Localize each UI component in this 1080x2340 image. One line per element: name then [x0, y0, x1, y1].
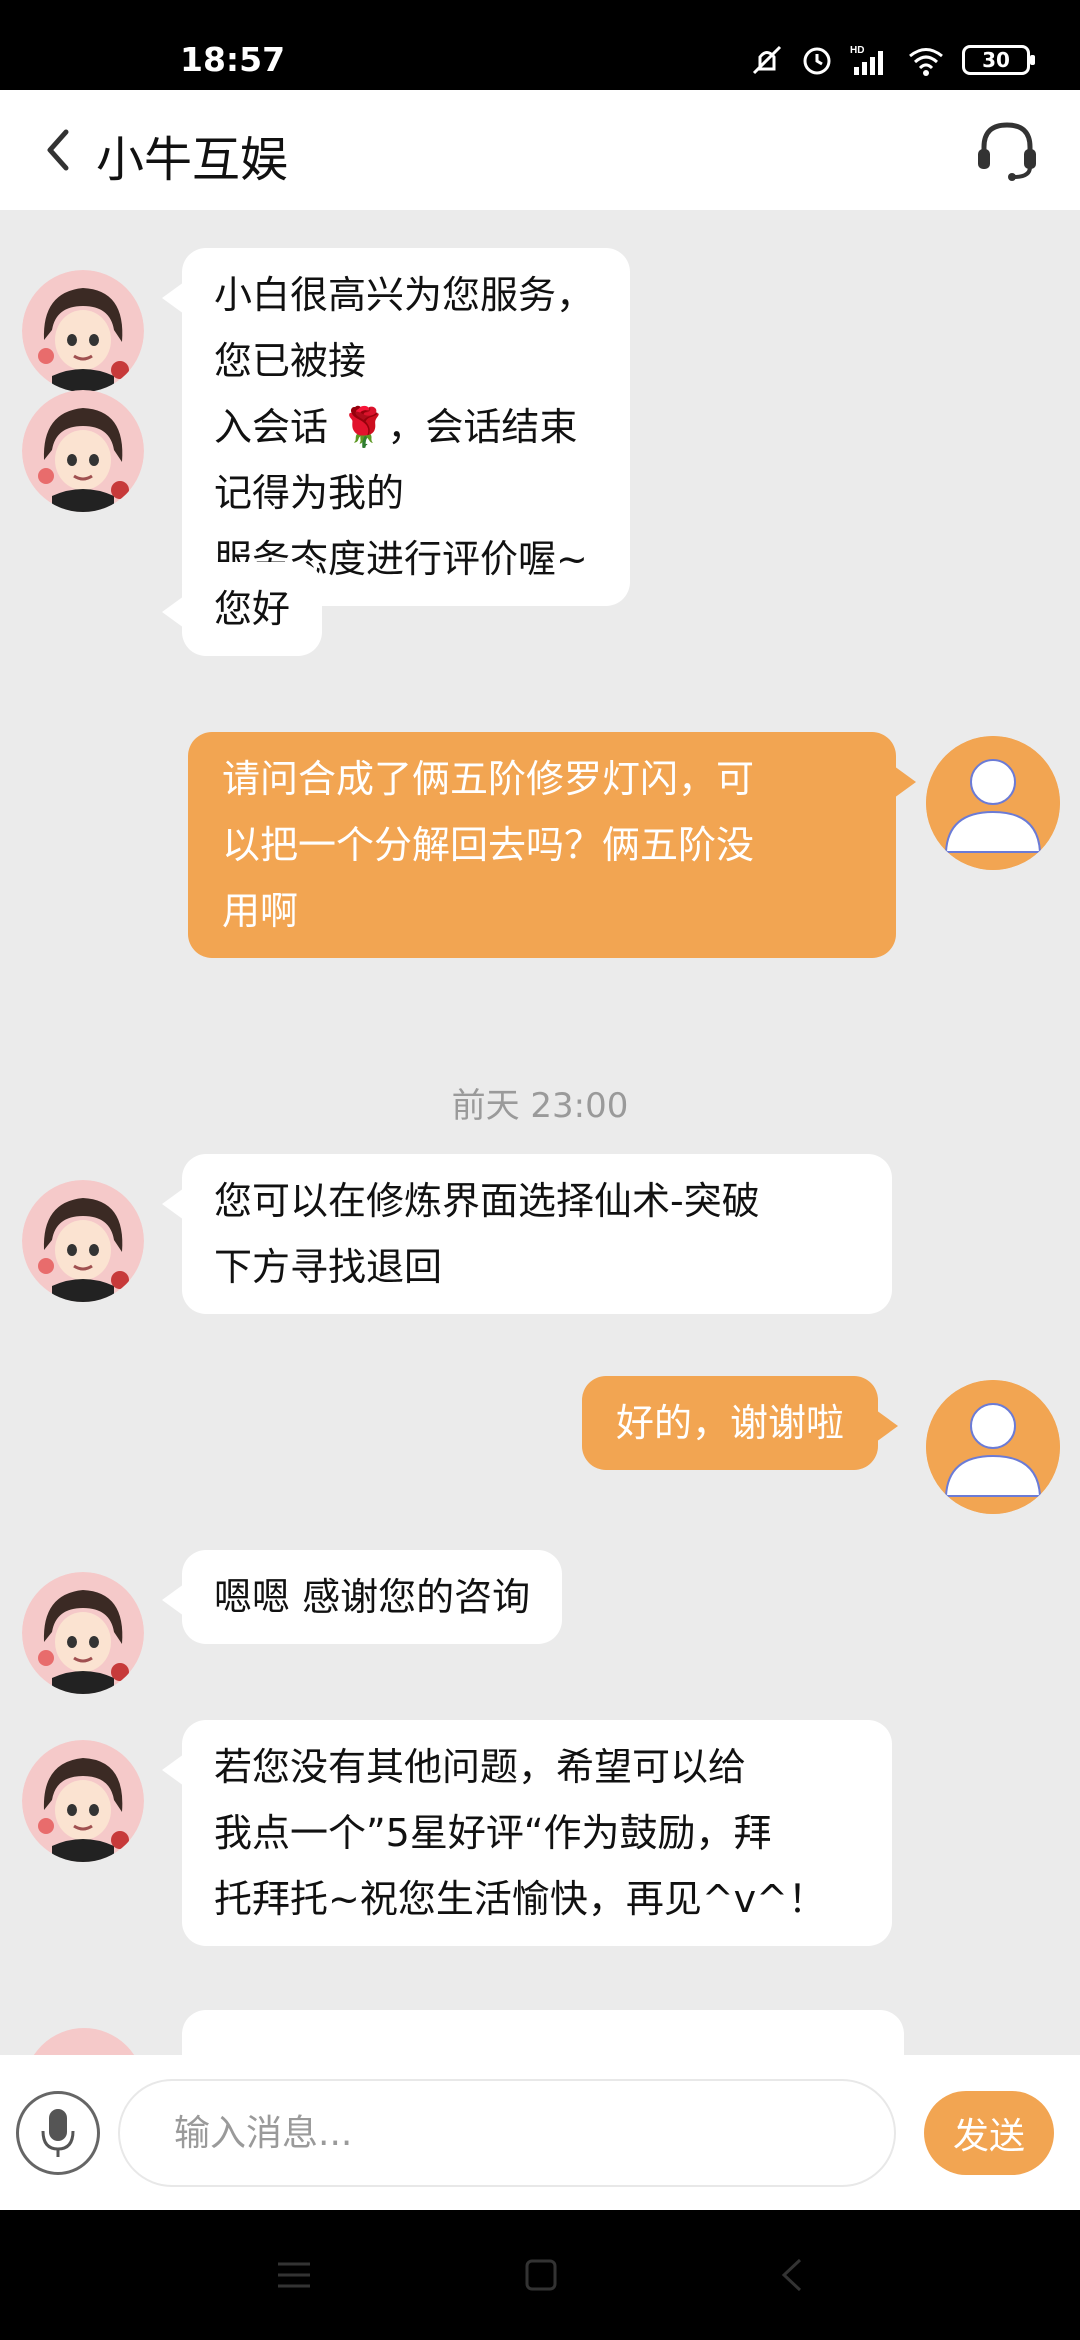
- page-title: 小牛互娱: [96, 132, 289, 188]
- agent-avatar[interactable]: [22, 1180, 144, 1302]
- signal-icon: HD: [850, 45, 883, 75]
- agent-avatar[interactable]: [22, 390, 144, 512]
- system-nav-bar: [0, 2210, 1080, 2340]
- message-bubble[interactable]: 您好: [161, 562, 323, 656]
- message-input[interactable]: [118, 2079, 896, 2187]
- user-avatar[interactable]: [926, 736, 1060, 870]
- message-line: 用啊: [222, 889, 299, 933]
- user-avatar[interactable]: [926, 1380, 1060, 1514]
- headset-icon[interactable]: [972, 115, 1042, 185]
- timestamp: 前天 23:00: [451, 1086, 629, 1126]
- microphone-icon: [41, 2109, 75, 2157]
- agent-avatar-partial: [24, 2028, 144, 2055]
- voice-button[interactable]: [16, 2091, 100, 2175]
- message-line: 嗯嗯 感谢您的咨询: [214, 1575, 531, 1619]
- message-line: 托拜托~祝您生活愉快，再见^v^！: [214, 1877, 827, 1921]
- wifi-icon: [909, 48, 943, 76]
- chat-header: 小牛互娱: [0, 90, 1080, 210]
- agent-avatar[interactable]: [22, 1572, 144, 1694]
- home-icon[interactable]: [524, 2258, 558, 2292]
- battery-icon: 30: [962, 45, 1035, 75]
- message-bubble[interactable]: 您可以在修炼界面选择仙术-突破 下方寻找退回: [162, 1154, 892, 1314]
- status-time: 18:57: [180, 40, 286, 79]
- status-bar: 18:57 HD 30: [0, 0, 1080, 90]
- message-bubble[interactable]: 嗯嗯 感谢您的咨询: [161, 1550, 563, 1644]
- send-button[interactable]: 发送: [924, 2091, 1054, 2175]
- message-bubble[interactable]: 若您没有其他问题，希望可以给 我点一个”5星好评“作为鼓励，拜 托拜托~祝您生活…: [162, 1720, 892, 1946]
- menu-icon[interactable]: [276, 2260, 312, 2290]
- message-line: 好的，谢谢啦: [616, 1401, 845, 1445]
- message-line: 请问合成了俩五阶修罗灯闪，可: [222, 757, 755, 801]
- message-bubble[interactable]: 小白很高兴为您服务，您已被接 入会话 🌹，会话结束记得为我的 服务态度进行评价喔…: [162, 248, 630, 606]
- message-line: 您可以在修炼界面选择仙术-突破: [214, 1179, 760, 1223]
- mute-icon: [752, 45, 782, 75]
- agent-avatar[interactable]: [22, 270, 144, 392]
- message-line: 我点一个”5星好评“作为鼓励，拜: [214, 1811, 772, 1855]
- back-nav-icon[interactable]: [780, 2256, 804, 2294]
- battery-level: 30: [982, 48, 1010, 72]
- message-bubble-partial: [182, 2010, 904, 2055]
- alarm-icon: [803, 47, 831, 75]
- message-line: 入会话 🌹，会话结束记得为我的: [214, 405, 578, 515]
- message-bubble[interactable]: 好的，谢谢啦: [582, 1376, 899, 1470]
- input-bar: 发送: [0, 2055, 1080, 2210]
- status-icons: HD 30: [750, 40, 1035, 80]
- message-line: 若您没有其他问题，希望可以给: [214, 1745, 747, 1789]
- message-line: 下方寻找退回: [214, 1245, 443, 1289]
- agent-avatar[interactable]: [22, 1740, 144, 1862]
- message-bubble[interactable]: 请问合成了俩五阶修罗灯闪，可 以把一个分解回去吗？俩五阶没 用啊: [188, 732, 916, 958]
- message-line: 以把一个分解回去吗？俩五阶没: [222, 823, 755, 867]
- message-line: 小白很高兴为您服务，您已被接: [214, 273, 595, 383]
- chat-list[interactable]: 小白很高兴为您服务，您已被接 入会话 🌹，会话结束记得为我的 服务态度进行评价喔…: [0, 210, 1080, 2055]
- svg-text:HD: HD: [850, 45, 864, 56]
- message-line: 您好: [214, 587, 291, 631]
- chevron-left-icon[interactable]: [38, 120, 78, 180]
